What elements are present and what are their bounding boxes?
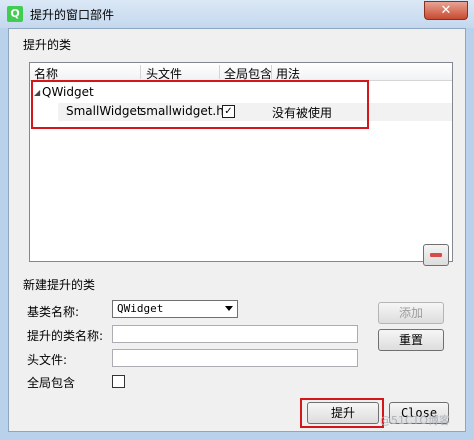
chevron-down-icon <box>225 306 233 311</box>
window-title: 提升的窗口部件 <box>30 8 115 22</box>
remove-class-button[interactable] <box>423 244 449 266</box>
new-promoted-class-legend: 新建提升的类 <box>21 276 98 293</box>
header-file-input[interactable] <box>112 349 358 367</box>
minus-icon <box>430 253 442 257</box>
base-class-value: QWidget <box>117 302 164 315</box>
header-file-label: 头文件: <box>27 353 68 367</box>
highlight-box-row <box>31 80 369 129</box>
title-bar: Q 提升的窗口部件 ✕ <box>0 0 474 28</box>
promoted-classes-legend: 提升的类 <box>21 36 74 53</box>
watermark-text: @51CTO博客 <box>380 414 451 427</box>
reset-button[interactable]: 重置 <box>378 329 444 351</box>
base-class-label: 基类名称: <box>27 305 80 319</box>
global-include-checkbox[interactable] <box>112 375 125 388</box>
class-name-input[interactable] <box>112 325 358 343</box>
qt-app-icon: Q <box>7 6 23 22</box>
base-class-combobox[interactable]: QWidget <box>112 300 238 318</box>
dialog-body: 提升的类 名称 头文件 全局包含 用法 ◢ QWidget SmallWidge… <box>8 28 466 432</box>
highlight-box-promote <box>300 398 384 428</box>
window-close-button[interactable]: ✕ <box>424 1 468 20</box>
global-include-label: 全局包含 <box>27 376 76 390</box>
tree-header: 名称 头文件 全局包含 用法 <box>30 63 452 81</box>
class-name-label: 提升的类名称: <box>27 329 104 343</box>
add-button[interactable]: 添加 <box>378 302 444 324</box>
